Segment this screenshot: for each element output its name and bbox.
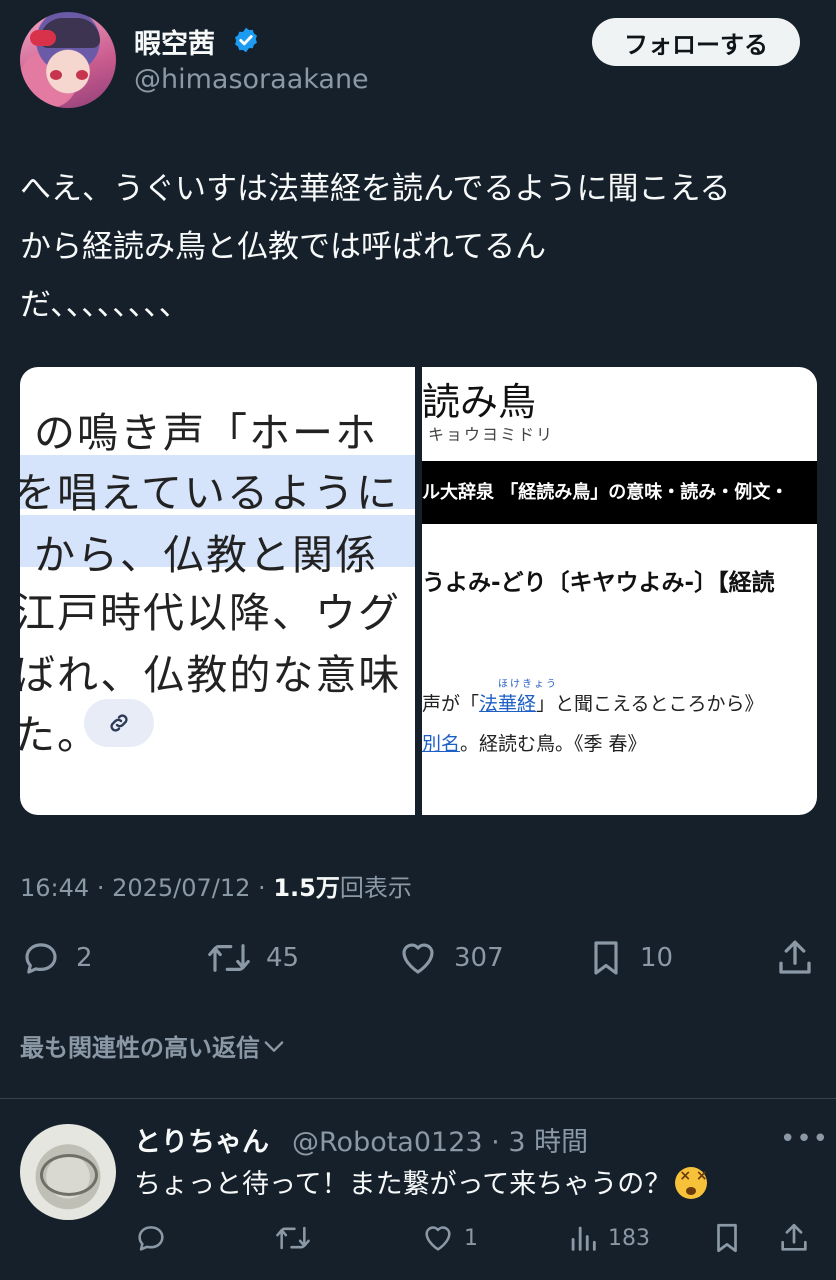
author-handle[interactable]: @himasoraakane	[134, 64, 369, 95]
reply-text: ちょっと待って！また繋がって来ちゃうの？	[134, 1162, 708, 1201]
reply-like-action[interactable]: 1	[420, 1218, 478, 1258]
image-text-line: ばれ、仏教的な意味	[20, 651, 402, 699]
tweet-image-right[interactable]: 読み鳥 キョウヨミドリ ル大辞泉 「経読み鳥」の意味・読み・例文・ うよみ-どり…	[422, 367, 817, 815]
replies-sort-label: 最も関連性の高い返信	[20, 1034, 260, 1062]
share-icon	[781, 1223, 807, 1251]
reply-reply-action[interactable]	[134, 1218, 176, 1258]
reply-icon	[25, 943, 57, 974]
tweet-date[interactable]: 2025/07/12	[112, 874, 250, 902]
share-action[interactable]	[774, 936, 830, 980]
bookmark-action[interactable]: 10	[586, 936, 673, 980]
like-count: 307	[454, 943, 504, 973]
image-text-line: から、仏教と関係	[34, 531, 378, 579]
views-count: 1.5万	[273, 874, 340, 902]
image-definition-line: 声が「法華経」と聞こえるところから》	[422, 693, 764, 715]
bookmark-icon	[717, 1223, 737, 1253]
retweet-icon	[208, 944, 250, 972]
image-title: 読み鳥	[422, 380, 537, 424]
more-options-icon[interactable]: •••	[780, 1124, 829, 1154]
reply-author-name[interactable]: とりちゃん	[134, 1120, 269, 1159]
tweet-image-left[interactable]: の鳴き声「ホーホ を唱えているように から、仏教と関係 江戸時代以降、ウグ ばれ…	[20, 367, 415, 815]
image-text-line: 江戸時代以降、ウグ	[20, 589, 401, 637]
bookmark-icon	[594, 941, 618, 975]
divider	[0, 1098, 836, 1099]
image-text-line: を唱えているように	[20, 469, 399, 517]
retweet-action[interactable]: 45	[206, 936, 299, 980]
reply-views-action[interactable]: 183	[566, 1218, 650, 1258]
replies-sort-dropdown[interactable]: 最も関連性の高い返信	[20, 1028, 288, 1063]
reply-author-handle[interactable]: @Robota0123 · 3 時間	[292, 1120, 588, 1159]
author-display-name[interactable]: 暇空茜	[134, 22, 215, 61]
reply-icon	[138, 1226, 164, 1251]
author-avatar[interactable]	[20, 12, 116, 108]
share-icon	[779, 940, 811, 974]
reply-action[interactable]: 2	[20, 936, 93, 980]
analytics-icon	[571, 1226, 596, 1251]
link-chip[interactable]	[84, 699, 154, 747]
reply-share-action[interactable]	[776, 1218, 820, 1258]
image-kana: キョウヨミドリ	[428, 425, 555, 444]
like-action[interactable]: 307	[396, 936, 504, 980]
bookmark-count: 10	[640, 943, 674, 973]
dizzy-face-emoji-icon	[675, 1167, 708, 1199]
views-label: 回表示	[339, 874, 412, 902]
retweet-icon	[276, 1226, 310, 1250]
heart-icon	[425, 1226, 451, 1251]
reply-bookmark-action[interactable]	[710, 1218, 752, 1258]
image-definition-line: 別名。経読む鳥。《季 春》	[422, 733, 647, 755]
verified-badge-icon	[235, 27, 257, 53]
chevron-down-icon	[264, 1040, 284, 1052]
reply-count: 2	[76, 943, 93, 973]
retweet-count: 45	[266, 943, 300, 973]
reply-retweet-action[interactable]	[274, 1218, 320, 1258]
follow-button[interactable]: フォローする	[592, 18, 800, 66]
image-dictionary-bar: ル大辞泉 「経読み鳥」の意味・読み・例文・	[422, 461, 817, 524]
reply-like-count: 1	[464, 1225, 478, 1251]
image-ruby: ほけきょう	[498, 679, 558, 690]
reply-views-count: 183	[608, 1225, 650, 1251]
reply-author-avatar[interactable]	[20, 1124, 116, 1220]
image-text-line: の鳴き声「ホーホ	[34, 409, 378, 457]
image-headword: うよみ-どり〔キヤウよみ-〕【経読	[422, 570, 775, 596]
heart-icon	[402, 943, 434, 974]
tweet-meta: 16:44 · 2025/07/12 · 1.5万回表示	[20, 874, 412, 902]
tweet-text: へえ、うぐいすは法華経を読んでるように聞こえる から経読み鳥と仏教では呼ばれてる…	[20, 171, 731, 323]
tweet-time[interactable]: 16:44	[20, 874, 89, 902]
link-icon	[110, 714, 128, 732]
